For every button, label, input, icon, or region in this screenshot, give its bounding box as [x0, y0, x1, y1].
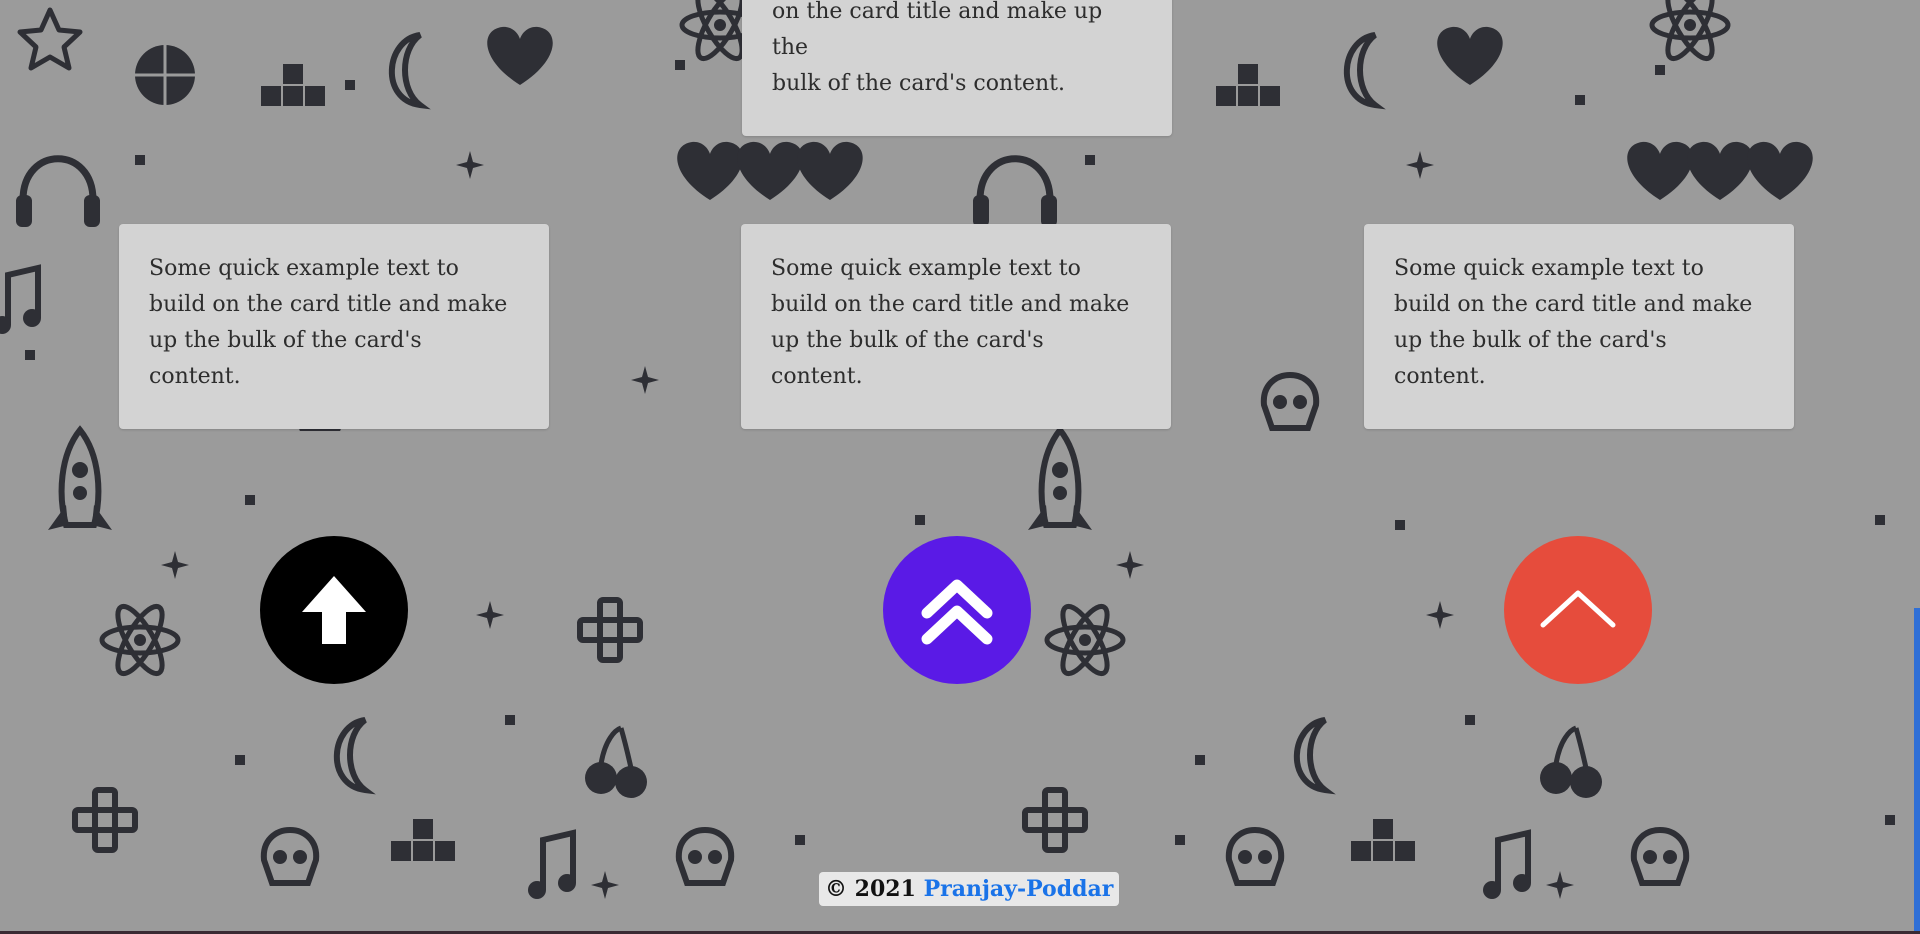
card-left: Some quick example text to build on the … [119, 224, 549, 429]
author-link[interactable]: Pranjay-Poddar [924, 876, 1114, 902]
chevron-up-icon [1540, 590, 1616, 628]
footer-credit: © 2021 Pranjay-Poddar [819, 872, 1120, 906]
card-text: Some quick example text to build on the … [149, 256, 508, 389]
card-text: Some quick example text to build on the … [771, 256, 1130, 389]
card-text-line: bulk of the card's content. [772, 71, 1065, 96]
arrow-up-icon [302, 576, 366, 644]
card-center: Some quick example text to build on the … [741, 224, 1171, 429]
doodle-background-pattern [0, 0, 1895, 934]
card-text-line: on the card title and make up the [772, 0, 1103, 60]
copyright-text: © 2021 [825, 876, 916, 902]
scroll-indicator [1914, 608, 1920, 934]
scroll-top-button-red[interactable] [1504, 536, 1652, 684]
card-top-partial: on the card title and make up the bulk o… [742, 0, 1172, 136]
scroll-top-button-black[interactable] [260, 536, 408, 684]
scroll-top-button-purple[interactable] [883, 536, 1031, 684]
double-chevron-up-icon [921, 579, 993, 645]
card-right: Some quick example text to build on the … [1364, 224, 1794, 429]
card-text: Some quick example text to build on the … [1394, 256, 1753, 389]
